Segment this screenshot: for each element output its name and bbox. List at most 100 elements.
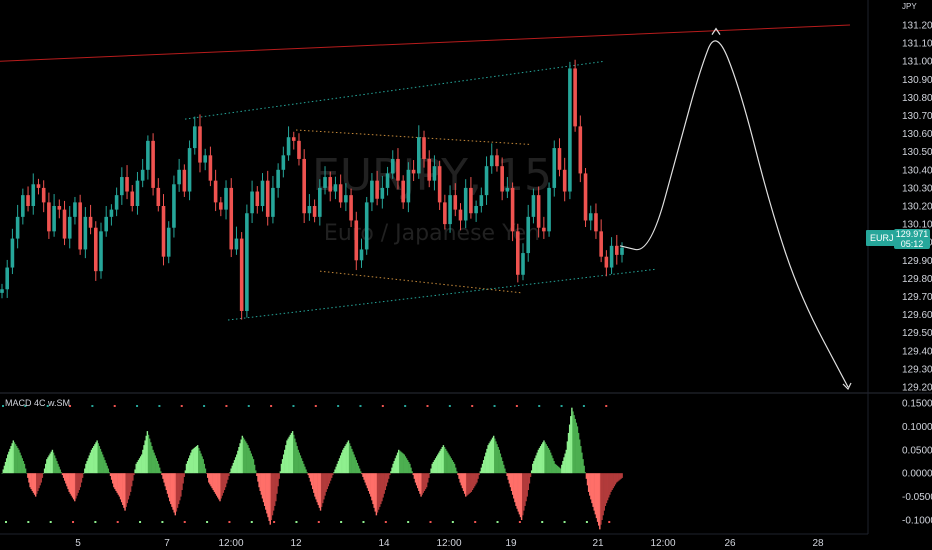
macd-bar xyxy=(183,473,185,477)
macd-axis[interactable]: 0.1500 0.1000 0.0500 0.0000 -0.0500 -0.1000 xyxy=(902,399,932,527)
candle-body xyxy=(578,126,583,174)
candle-body xyxy=(114,195,119,210)
candle-body xyxy=(83,216,88,250)
macd-bottom-dot xyxy=(474,521,477,523)
macd-bar xyxy=(108,472,111,474)
candle-body xyxy=(161,206,166,257)
price-tick-label: 129.300 xyxy=(902,364,932,375)
price-tick-label: 130.400 xyxy=(902,165,932,176)
candle-body xyxy=(276,169,280,188)
macd-bottom-dot xyxy=(5,521,7,523)
macd-top-dot xyxy=(538,405,541,407)
macd-bottom-dot xyxy=(317,521,320,523)
macd-bottom-dot xyxy=(273,521,276,523)
watermark: EURJPY, 15 Euro / Japanese Yen xyxy=(312,150,552,246)
macd-bar xyxy=(621,473,623,478)
candle-body xyxy=(614,245,619,255)
candle-body xyxy=(31,184,36,206)
price-tick-label: 130.600 xyxy=(902,129,932,140)
macd-top-dot xyxy=(359,405,362,407)
price-axis[interactable]: 131.200 131.100 131.000 130.900 130.800 130.7… xyxy=(902,21,932,394)
macd-bottom-dot xyxy=(161,521,164,523)
candle-body xyxy=(552,148,557,188)
candle-body xyxy=(271,187,275,217)
price-tick-label: 130.300 xyxy=(902,183,932,194)
time-tick-label: 12:00 xyxy=(218,538,243,549)
candle-body xyxy=(224,187,228,210)
price-tick-label: 129.600 xyxy=(902,310,932,321)
candle-body xyxy=(526,216,531,254)
macd-top-dot xyxy=(91,405,94,407)
macd-bar xyxy=(429,473,431,474)
macd-bottom-dot xyxy=(608,521,611,523)
price-tick-label: 129.500 xyxy=(902,328,932,339)
candle-body xyxy=(573,68,577,127)
candle-body xyxy=(213,180,218,203)
candle-body xyxy=(73,202,77,217)
time-tick-label: 12:00 xyxy=(650,538,675,549)
macd-bar xyxy=(1,473,3,474)
last-price-value: 129.971 xyxy=(895,229,929,239)
candle-body xyxy=(109,209,114,217)
candle-body xyxy=(500,166,504,192)
candle-body xyxy=(156,187,161,206)
candle-body xyxy=(5,267,10,290)
candle-body xyxy=(286,137,291,156)
macd-bar xyxy=(332,473,334,476)
candle-body xyxy=(588,213,593,221)
macd-bottom-dot xyxy=(518,521,521,523)
macd-histogram xyxy=(1,407,623,530)
macd-bar xyxy=(228,473,230,477)
main-chart[interactable]: EURJPY, 15 Euro / Japanese Yen 131.20013… xyxy=(0,0,932,550)
candle-body xyxy=(536,195,541,228)
macd-bar xyxy=(411,471,413,474)
candle-body xyxy=(41,187,46,203)
candle-body xyxy=(250,191,254,214)
candle-body xyxy=(375,180,379,199)
macd-top-dot xyxy=(225,405,228,407)
macd-bar xyxy=(428,473,430,478)
price-tick-label: 131.200 xyxy=(902,21,932,32)
candle-body xyxy=(349,195,353,221)
macd-top-dot xyxy=(270,405,273,407)
macd-top-dot xyxy=(247,405,250,407)
candle-body xyxy=(390,158,395,174)
candle-body xyxy=(260,180,265,206)
candle-body xyxy=(510,187,515,232)
candle-body xyxy=(323,177,327,188)
candle-body xyxy=(453,195,458,210)
macd-bar xyxy=(478,473,480,476)
macd-bottom-dot xyxy=(228,521,231,523)
projection[interactable] xyxy=(619,27,852,391)
macd-top-dot xyxy=(136,405,139,407)
macd-top-dot xyxy=(180,405,183,407)
macd-bottom-dot xyxy=(541,521,544,523)
candle-body xyxy=(515,231,520,275)
candle-body xyxy=(198,126,202,163)
macd-top-dot xyxy=(381,405,384,407)
falling-wedge-bottom-line xyxy=(319,270,523,294)
candle-body xyxy=(255,191,260,206)
candle-body xyxy=(594,213,598,232)
macd-top-dot xyxy=(113,405,116,407)
candle-body xyxy=(479,195,484,206)
time-axis[interactable]: 5 7 12:00 12 14 12:00 19 21 12:00 26 28 xyxy=(75,538,824,549)
candle-body xyxy=(10,238,15,268)
macd-tick-label: -0.1000 xyxy=(902,516,932,527)
macd-tick-label: 0.0500 xyxy=(902,445,932,456)
candle-body xyxy=(166,227,171,257)
macd-top-dot xyxy=(582,405,585,407)
candle-body xyxy=(427,158,432,181)
macd-indicator-title[interactable]: MACD 4C w.SM xyxy=(5,398,70,408)
candle-body xyxy=(370,180,374,203)
macd-top-dot xyxy=(2,405,4,407)
macd-bar xyxy=(42,473,45,474)
macd-bar xyxy=(583,465,585,474)
candle-body xyxy=(187,148,192,192)
macd-top-dot xyxy=(203,405,206,407)
macd-top-dot xyxy=(426,405,429,407)
macd-bar xyxy=(81,473,84,478)
macd-top-dot xyxy=(605,405,608,407)
candle-body xyxy=(443,202,447,225)
price-tick-label: 129.900 xyxy=(902,256,932,267)
